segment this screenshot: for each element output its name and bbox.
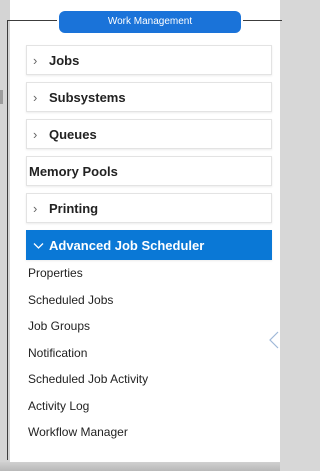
menu-item-label: Subsystems	[49, 89, 126, 105]
work-management-menu: › Jobs › Subsystems › Queues Memory Pool…	[26, 45, 272, 446]
left-edge-strip	[0, 0, 10, 462]
menu-item-label: Advanced Job Scheduler	[49, 237, 205, 253]
submenu-item-label: Scheduled Jobs	[28, 292, 114, 307]
submenu-item-label: Activity Log	[28, 398, 90, 413]
panel-title: Work Management	[59, 11, 241, 33]
chevron-right-icon: ›	[33, 89, 38, 105]
chevron-left-icon[interactable]	[268, 330, 280, 350]
submenu-item-notification[interactable]: Notification	[26, 340, 272, 367]
submenu-item-activity-log[interactable]: Activity Log	[26, 393, 272, 420]
submenu-item-label: Scheduled Job Activity	[28, 372, 149, 387]
submenu-item-label: Notification	[28, 345, 88, 360]
menu-item-advanced-job-scheduler[interactable]: Advanced Job Scheduler	[26, 230, 272, 260]
frame-left-line	[7, 20, 8, 460]
chevron-right-icon: ›	[33, 200, 38, 216]
menu-item-label: Memory Pools	[29, 163, 118, 179]
submenu-item-scheduled-job-activity[interactable]: Scheduled Job Activity	[26, 366, 272, 393]
submenu-item-scheduled-jobs[interactable]: Scheduled Jobs	[26, 287, 272, 314]
chevron-right-icon: ›	[33, 52, 38, 68]
menu-item-queues[interactable]: › Queues	[26, 119, 272, 149]
submenu-item-properties[interactable]: Properties	[26, 260, 272, 287]
chevron-down-glyph	[33, 242, 44, 249]
menu-item-jobs[interactable]: › Jobs	[26, 45, 272, 75]
submenu-item-label: Workflow Manager	[28, 425, 128, 440]
submenu-item-workflow-manager[interactable]: Workflow Manager	[26, 419, 272, 446]
menu-item-subsystems[interactable]: › Subsystems	[26, 82, 272, 112]
menu-item-memory-pools[interactable]: Memory Pools	[26, 156, 272, 186]
menu-item-label: Jobs	[49, 52, 80, 68]
panel-bottom-border	[0, 462, 280, 471]
menu-item-label: Printing	[49, 200, 99, 216]
submenu-item-job-groups[interactable]: Job Groups	[26, 313, 272, 340]
menu-item-label: Queues	[49, 126, 97, 142]
edge-marker	[0, 90, 3, 104]
menu-item-printing[interactable]: › Printing	[26, 193, 272, 223]
chevron-right-icon: ›	[33, 126, 38, 142]
chevron-down-icon	[27, 238, 49, 253]
submenu-item-label: Job Groups	[28, 319, 91, 334]
submenu-item-label: Properties	[28, 266, 83, 281]
